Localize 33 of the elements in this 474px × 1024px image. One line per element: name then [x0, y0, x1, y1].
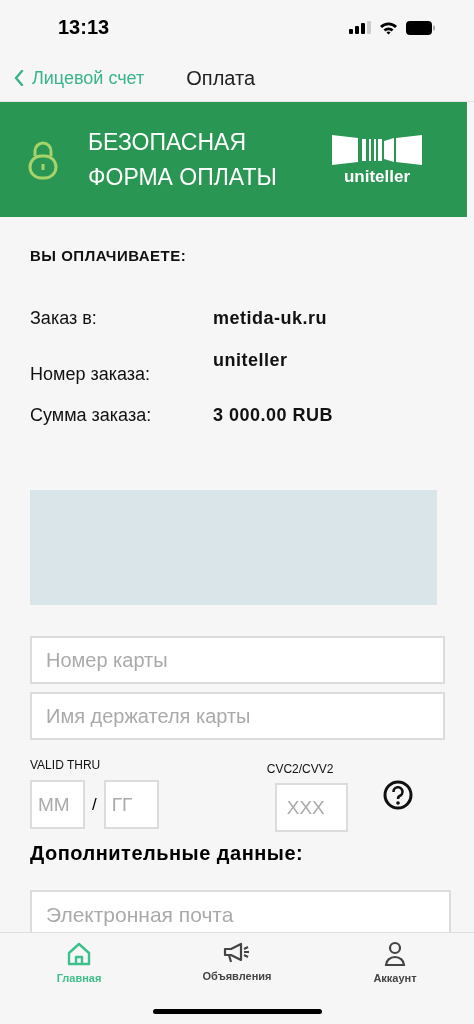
- person-icon: [384, 941, 406, 967]
- section-heading: Дополнительные данные:: [30, 842, 305, 865]
- page-title: Оплата: [186, 66, 256, 90]
- date-separator: /: [92, 794, 97, 815]
- tab-item[interactable]: Объявления: [187, 941, 287, 982]
- tab-item[interactable]: Аккаунт: [345, 941, 445, 984]
- signal-icon: [349, 21, 371, 34]
- cvc-label: CVC2/CVV2: [266, 762, 335, 776]
- field-label: Заказ в:: [30, 308, 98, 329]
- field-value: 3 000.00 RUB: [213, 405, 334, 426]
- wifi-icon: [379, 20, 398, 35]
- logo-icon: [332, 132, 422, 167]
- card-holder-field[interactable]: Имя держателя карты: [30, 692, 445, 740]
- year-field[interactable]: ГГ: [103, 780, 159, 829]
- logo-text: uniteller: [343, 166, 411, 187]
- email-field[interactable]: Электронная почта: [30, 890, 451, 932]
- padlock-icon: [28, 139, 58, 180]
- field-label: Сумма заказа:: [30, 405, 153, 426]
- battery-icon: [406, 20, 436, 35]
- banner-title: БЕЗОПАСНАЯ ФОРМА ОПЛАТЫ: [88, 127, 278, 192]
- cvc-field[interactable]: XXX: [274, 783, 348, 832]
- home-icon: [66, 941, 92, 967]
- card-number-field[interactable]: Номер карты: [30, 636, 445, 684]
- chevron-left-icon: [14, 70, 24, 86]
- megaphone-icon: [223, 941, 251, 965]
- valid-thru-label: VALID THRU: [30, 758, 102, 772]
- help-icon[interactable]: [382, 780, 413, 810]
- field-label: Номер заказа:: [30, 363, 151, 385]
- section-heading: ВЫ ОПЛАЧИВАЕТЕ:: [30, 247, 188, 264]
- field-value: metida-uk.ru: [213, 308, 328, 329]
- status-time: 13:13: [58, 16, 110, 39]
- month-field[interactable]: ММ: [30, 780, 85, 829]
- field-value: uniteller: [213, 350, 288, 371]
